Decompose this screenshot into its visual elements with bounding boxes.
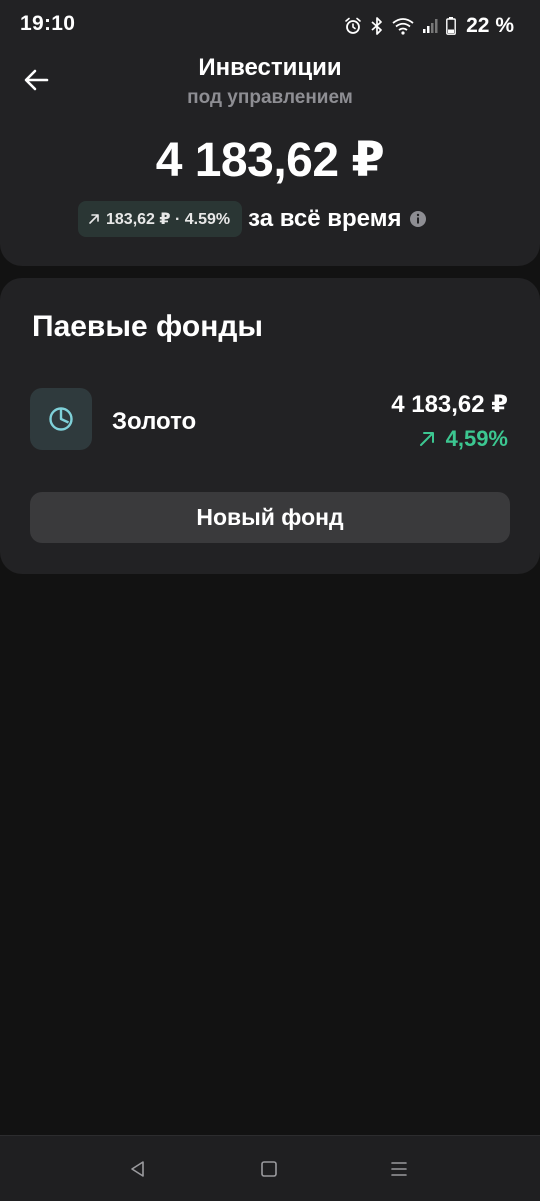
gain-period: за всё время bbox=[248, 205, 402, 232]
navigation-bar bbox=[0, 1135, 540, 1201]
fund-return: 4,59% bbox=[418, 426, 508, 452]
back-icon bbox=[131, 1160, 144, 1177]
battery-icon bbox=[446, 17, 457, 35]
info-icon[interactable] bbox=[409, 210, 427, 228]
section-title: Паевые фонды bbox=[32, 310, 263, 343]
alarm-icon bbox=[345, 17, 361, 34]
fund-amount: 4 183,62 ₽ bbox=[391, 391, 508, 418]
arrow-up-right-icon bbox=[88, 213, 100, 225]
wifi-icon bbox=[392, 18, 414, 35]
total-amount: 4 183,62 ₽ bbox=[155, 134, 385, 187]
fund-name: Золото bbox=[112, 408, 197, 435]
page-title: Инвестиции bbox=[198, 54, 342, 81]
signal-icon bbox=[423, 19, 438, 33]
arrow-up-right-icon bbox=[419, 432, 434, 446]
funds-card: Паевые фонды Золото 4 183,62 ₽ 4,59% Нов… bbox=[0, 278, 540, 574]
page-subtitle: под управлением bbox=[187, 87, 353, 108]
gain-badge: 183,62 ₽ · 4.59% bbox=[78, 201, 243, 237]
new-fund-button[interactable]: Новый фонд bbox=[30, 492, 510, 543]
recents-icon bbox=[391, 1161, 407, 1176]
fund-return-value: 4,59% bbox=[445, 426, 508, 451]
gain-row: 183,62 ₽ · 4.59% за всё время bbox=[78, 201, 427, 237]
bluetooth-icon bbox=[371, 17, 382, 35]
battery-percent: 22 % bbox=[466, 14, 514, 37]
pie-chart-icon bbox=[49, 407, 73, 431]
fund-row[interactable]: Золото 4 183,62 ₽ 4,59% bbox=[30, 386, 510, 452]
home-icon bbox=[261, 1160, 277, 1177]
nav-back-button[interactable] bbox=[98, 1136, 178, 1201]
status-time: 19:10 bbox=[20, 12, 76, 35]
nav-recents-button[interactable] bbox=[359, 1136, 439, 1201]
fund-icon bbox=[30, 388, 92, 450]
status-icons: 22 % bbox=[344, 14, 514, 38]
gain-badge-text: 183,62 ₽ · 4.59% bbox=[106, 211, 231, 228]
nav-home-button[interactable] bbox=[229, 1136, 309, 1201]
status-bar: 19:10 22 % bbox=[0, 0, 540, 52]
